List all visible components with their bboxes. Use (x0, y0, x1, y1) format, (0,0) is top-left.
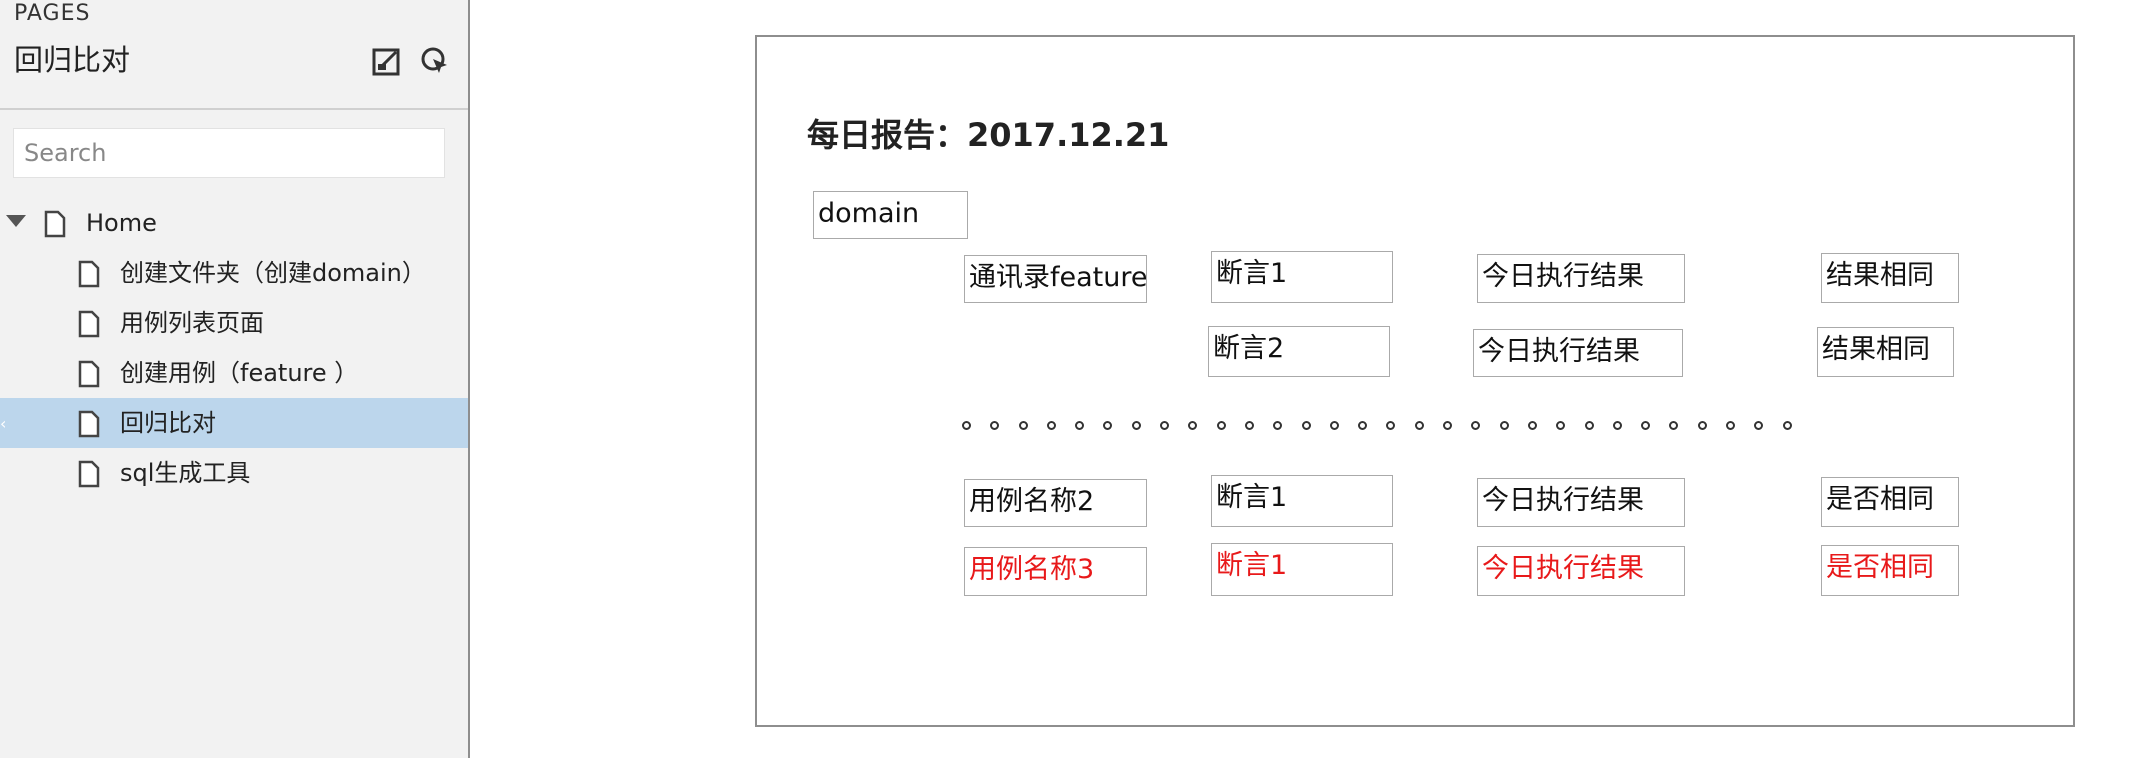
sidebar-divider (0, 108, 468, 110)
ellipsis-dot (1244, 420, 1254, 430)
ellipsis-dot (1471, 420, 1481, 430)
assertion-cell: 断言1 (1211, 251, 1393, 303)
tree-item-label: sql生成工具 (120, 459, 251, 487)
ellipsis-dot (1216, 420, 1226, 430)
compare-cell: 是否相同 (1821, 477, 1959, 527)
ellipsis-dot (1782, 420, 1792, 430)
ellipsis-dot (990, 420, 1000, 430)
case-name-cell: 用例名称2 (964, 479, 1147, 527)
ellipsis-dot (1527, 420, 1537, 430)
resize-handle-icon: ‹ (0, 414, 7, 433)
tree-item-label: 创建用例（feature ） (120, 359, 359, 387)
tree-item-home[interactable]: Home (0, 198, 468, 248)
result-cell: 今日执行结果 (1477, 478, 1685, 527)
page-icon (78, 310, 100, 338)
compare-cell: 结果相同 (1821, 253, 1959, 303)
tree-item-regression-compare[interactable]: ‹ 回归比对 (0, 398, 468, 448)
caret-down-icon[interactable] (6, 215, 26, 227)
domain-box: domain (813, 191, 968, 239)
page-icon (78, 410, 100, 438)
case-name-cell: 通讯录feature1 (964, 255, 1147, 303)
tree-item-case-list[interactable]: 用例列表页面 (0, 298, 468, 348)
ellipsis-dot (1697, 420, 1707, 430)
ellipsis-dot (1329, 420, 1339, 430)
ellipsis-dot (1273, 420, 1283, 430)
ellipsis-dot (1160, 420, 1170, 430)
tree-item-create-case[interactable]: 创建用例（feature ） (0, 348, 468, 398)
result-cell: 今日执行结果 (1473, 329, 1683, 377)
ellipsis-dot (1726, 420, 1736, 430)
ellipsis-dot (1301, 420, 1311, 430)
ellipsis-dot (962, 420, 971, 430)
export-page-icon[interactable] (370, 44, 404, 78)
ellipsis-dot (1499, 420, 1509, 430)
ellipsis-dot (1414, 420, 1424, 430)
tree-item-label: Home (86, 209, 157, 237)
page-icon (78, 260, 100, 288)
tree-item-label: 用例列表页面 (120, 309, 264, 337)
compare-cell: 是否相同 (1821, 545, 1959, 596)
ellipsis-dot (1188, 420, 1198, 430)
assertion-cell: 断言2 (1208, 326, 1390, 377)
ellipsis-dot (1386, 420, 1396, 430)
ellipsis-dot (1641, 420, 1651, 430)
tree-item-label: 回归比对 (120, 409, 216, 437)
ellipsis-dot (1584, 420, 1594, 430)
result-cell: 今日执行结果 (1477, 546, 1685, 596)
ellipsis-dots (962, 417, 1792, 433)
ellipsis-dot (1358, 420, 1368, 430)
page-icon (78, 360, 100, 388)
pointer-cursor-icon[interactable] (418, 44, 452, 78)
assertion-cell: 断言1 (1211, 543, 1393, 596)
tree-item-sql-tool[interactable]: sql生成工具 (0, 448, 468, 498)
ellipsis-dot (1075, 420, 1085, 430)
ellipsis-dot (1103, 420, 1113, 430)
ellipsis-dot (1754, 420, 1764, 430)
tree-item-create-folder[interactable]: 创建文件夹（创建domain） (0, 248, 468, 298)
ellipsis-dot (1131, 420, 1141, 430)
result-cell: 今日执行结果 (1477, 254, 1685, 303)
page-icon (44, 210, 66, 238)
assertion-cell: 断言1 (1211, 475, 1393, 527)
ellipsis-dot (1612, 420, 1622, 430)
page-artboard: 每日报告：2017.12.21 domain 通讯录feature1 断言1 今… (755, 35, 2075, 727)
report-title: 每日报告：2017.12.21 (807, 116, 1170, 154)
ellipsis-dot (1046, 420, 1056, 430)
page-icon (78, 460, 100, 488)
pages-section-label: PAGES (14, 1, 91, 26)
search-input[interactable] (13, 128, 445, 178)
project-title: 回归比对 (14, 43, 131, 77)
pages-sidebar: PAGES 回归比对 Home 创建文件夹（创建domain） 用例列表页面 (0, 0, 470, 758)
ellipsis-dot (1669, 420, 1679, 430)
ellipsis-dot (1556, 420, 1566, 430)
ellipsis-dot (1443, 420, 1453, 430)
ellipsis-dot (1018, 420, 1028, 430)
case-name-cell: 用例名称3 (964, 547, 1147, 596)
tree-item-label: 创建文件夹（创建domain） (120, 259, 426, 287)
compare-cell: 结果相同 (1817, 327, 1954, 377)
